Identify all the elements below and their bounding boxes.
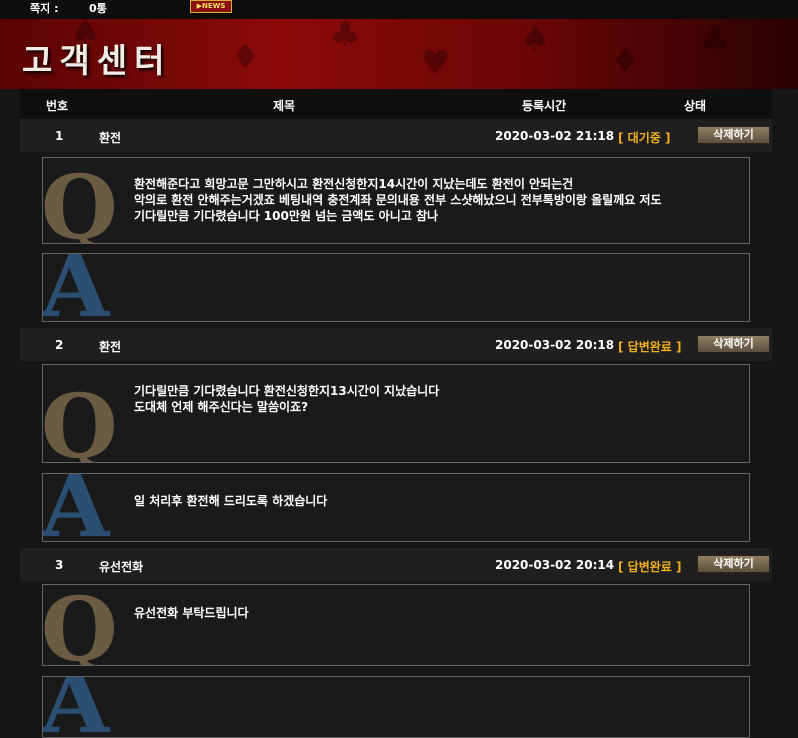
delete-button[interactable]: 삭제하기 xyxy=(697,555,770,573)
status-badge: [ 답변완료 ] xyxy=(618,560,682,574)
question-line: 환전해준다고 희망고문 그만하시고 환전신청한지14시간이 지났는데도 환전이 … xyxy=(134,177,574,191)
entry-subject[interactable]: 환전 xyxy=(99,129,121,146)
entry-date: 2020-03-02 20:14 xyxy=(495,558,615,572)
question-line: 기다릴만큼 기다렸습니다 100만원 넘는 금액도 아니고 참나 xyxy=(134,209,439,223)
diamond-icon: ♦ xyxy=(610,41,641,81)
top-bar: 쪽지 : 0통 ▶NEWS xyxy=(0,0,798,19)
answer-a-icon: A xyxy=(42,253,110,322)
page-title: 고객센터 xyxy=(22,41,172,80)
answer-box: A xyxy=(42,676,750,738)
question-line: 유선전화 부탁드립니다 xyxy=(134,606,249,620)
question-text: 유선전화 부탁드립니다 xyxy=(134,605,249,621)
header-subject: 제목 xyxy=(273,99,296,113)
inquiry-row[interactable]: 3 유선전화 2020-03-02 20:14 [ 답변완료 ] 삭제하기 xyxy=(20,548,772,581)
entry-number: 3 xyxy=(55,558,64,572)
entry-date: 2020-03-02 20:18 xyxy=(495,338,615,352)
heart-icon: ♥ xyxy=(420,43,451,83)
inquiry-entry: 2 환전 2020-03-02 20:18 [ 답변완료 ] 삭제하기 Q 기다… xyxy=(20,328,772,542)
question-q-icon: Q xyxy=(42,374,118,463)
message-count[interactable]: 0통 xyxy=(89,0,107,16)
delete-button[interactable]: 삭제하기 xyxy=(697,126,770,144)
question-line: 악의로 환전 안해주는거겠죠 베팅내역 충전계좌 문의내용 전부 스샷해났으니 … xyxy=(134,193,662,207)
entry-date: 2020-03-02 21:18 xyxy=(495,129,615,143)
inquiry-row[interactable]: 2 환전 2020-03-02 20:18 [ 답변완료 ] 삭제하기 xyxy=(20,328,772,361)
inquiry-list: 1 환전 2020-03-02 21:18 [ 대기중 ] 삭제하기 Q 환전해… xyxy=(20,119,772,738)
entry-subject[interactable]: 환전 xyxy=(99,338,121,355)
answer-text: 일 처리후 환전해 드리도록 하겠습니다 xyxy=(134,493,327,509)
inquiry-entry: 3 유선전화 2020-03-02 20:14 [ 답변완료 ] 삭제하기 Q … xyxy=(20,548,772,738)
status-badge: [ 대기중 ] xyxy=(618,131,671,145)
header-status: 상태 xyxy=(684,99,707,113)
header-registered: 등록시간 xyxy=(522,99,567,113)
answer-box: A 일 처리후 환전해 드리도록 하겠습니다 xyxy=(42,473,750,542)
inquiry-row[interactable]: 1 환전 2020-03-02 21:18 [ 대기중 ] 삭제하기 xyxy=(20,119,772,152)
news-button[interactable]: ▶NEWS xyxy=(190,0,232,13)
question-q-icon: Q xyxy=(42,157,118,244)
answer-line: 일 처리후 환전해 드리도록 하겠습니다 xyxy=(134,494,328,508)
header-no: 번호 xyxy=(46,99,69,113)
delete-button[interactable]: 삭제하기 xyxy=(697,335,770,353)
entry-number: 1 xyxy=(55,129,64,143)
answer-a-icon: A xyxy=(42,676,110,738)
question-box: Q 유선전화 부탁드립니다 xyxy=(42,584,750,666)
club-icon: ♣ xyxy=(330,19,361,55)
question-box: Q 환전해준다고 희망고문 그만하시고 환전신청한지14시간이 지났는데도 환전… xyxy=(42,157,750,244)
question-text: 환전해준다고 희망고문 그만하시고 환전신청한지14시간이 지났는데도 환전이 … xyxy=(134,176,662,224)
question-q-icon: Q xyxy=(42,584,118,666)
answer-a-icon: A xyxy=(42,473,110,542)
status-badge: [ 답변완료 ] xyxy=(618,340,682,354)
club-icon: ♣ xyxy=(700,21,731,61)
spade-icon: ♠ xyxy=(520,19,551,59)
question-line: 도대체 언제 해주신다는 말씀이죠? xyxy=(134,400,309,414)
table-header: 번호 제목 등록시간 상태 xyxy=(20,89,772,119)
entry-subject[interactable]: 유선전화 xyxy=(99,558,143,575)
question-box: Q 기다릴만큼 기다렸습니다 환전신청한지13시간이 지났습니다 도대체 언제 … xyxy=(42,364,750,463)
message-label: 쪽지 : xyxy=(30,2,59,15)
entry-number: 2 xyxy=(55,338,64,352)
answer-box: A xyxy=(42,253,750,322)
question-text: 기다릴만큼 기다렸습니다 환전신청한지13시간이 지났습니다 도대체 언제 해주… xyxy=(134,383,439,415)
diamond-icon: ♦ xyxy=(230,37,261,77)
page-banner: ♠ ♦ ♣ ♥ ♠ ♦ ♣ 고객센터 xyxy=(0,19,798,89)
inquiry-entry: 1 환전 2020-03-02 21:18 [ 대기중 ] 삭제하기 Q 환전해… xyxy=(20,119,772,322)
question-line: 기다릴만큼 기다렸습니다 환전신청한지13시간이 지났습니다 xyxy=(134,384,440,398)
